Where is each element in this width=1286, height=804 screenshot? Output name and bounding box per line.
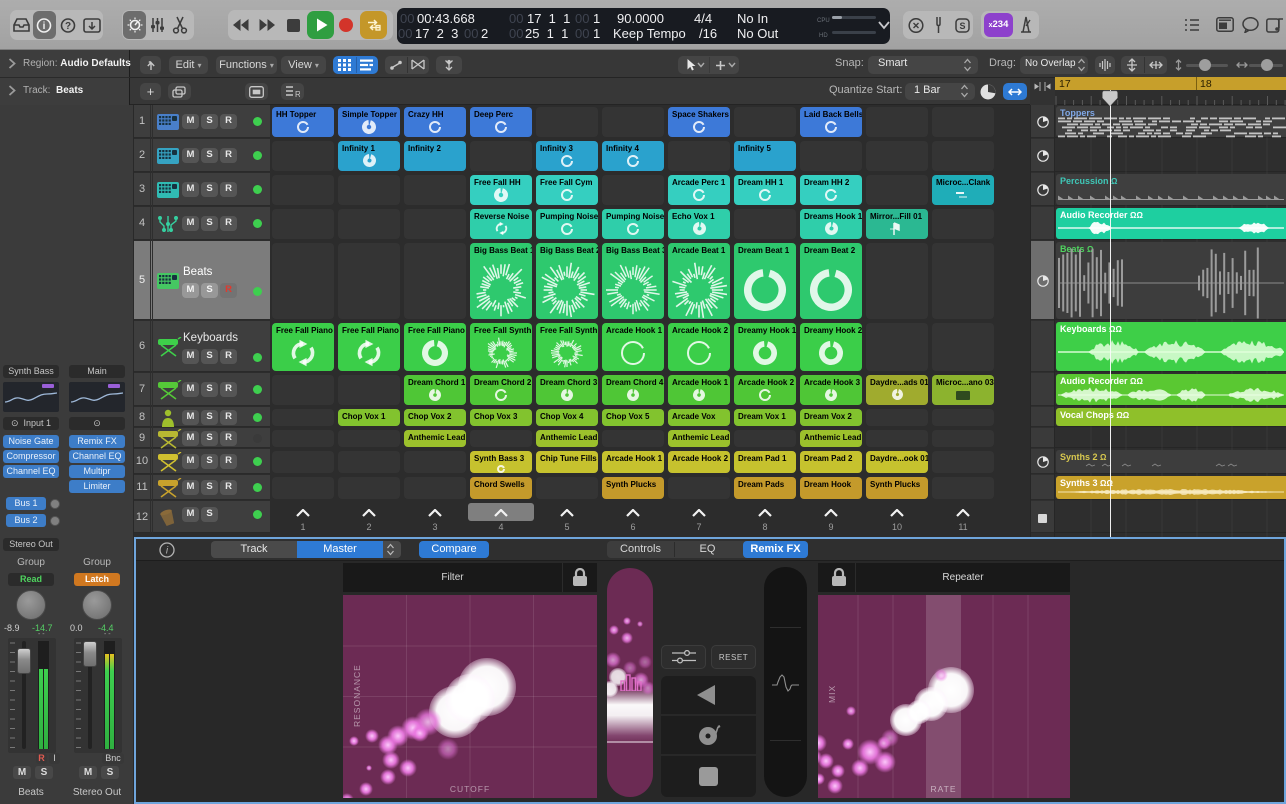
svg-text:S: S (959, 21, 965, 31)
svg-text:R: R (295, 90, 300, 98)
svg-text:?: ? (65, 21, 71, 32)
svg-text:i: i (43, 21, 46, 32)
svg-text:i: i (166, 546, 169, 557)
